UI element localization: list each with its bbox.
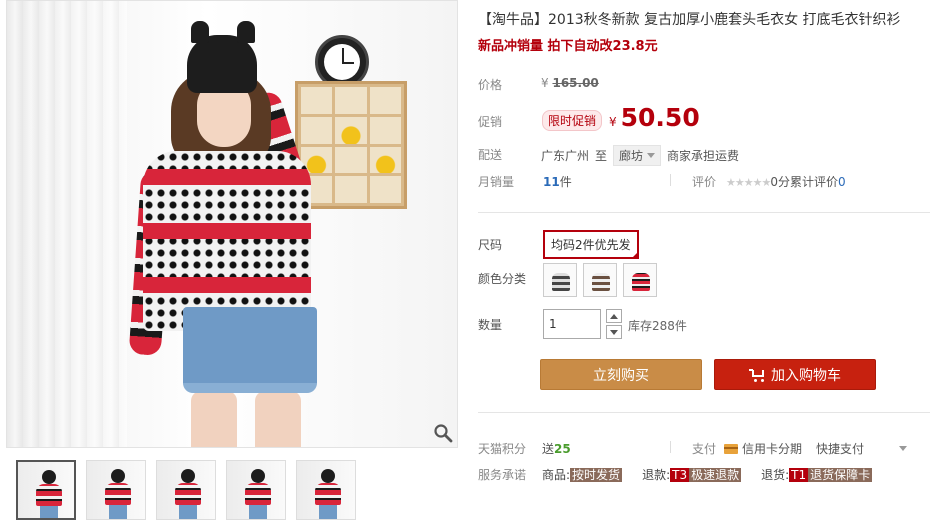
- quantity-label: 数量: [478, 318, 503, 332]
- pay-label: 支付: [692, 442, 717, 456]
- color-swatch-1[interactable]: [543, 263, 577, 297]
- size-label: 尺码: [478, 238, 503, 252]
- credit-installment[interactable]: 信用卡分期: [724, 440, 802, 457]
- ship-to-word: 至: [595, 149, 608, 163]
- quick-pay[interactable]: 快捷支付: [816, 440, 864, 457]
- promo-price: ¥50.50: [609, 103, 700, 132]
- promise-prefix: 退货:: [761, 468, 790, 482]
- points-prefix: 送: [542, 442, 555, 456]
- quantity-decrease-button[interactable]: [606, 325, 622, 339]
- monthly-sales-label: 月销量: [478, 175, 515, 189]
- thumbnail-strip: [16, 460, 356, 520]
- thumbnail-5[interactable]: [296, 460, 356, 520]
- promise-tag: 退货保障卡: [808, 468, 873, 482]
- size-option-label: 均码2件优先发: [551, 238, 631, 252]
- monthly-sales-unit: 件: [559, 175, 572, 189]
- color-label: 颜色分类: [478, 272, 527, 286]
- promise-item-refund[interactable]: 退款: T3 极速退款: [642, 466, 742, 483]
- rating-score: 0分: [770, 175, 790, 189]
- magnifier-icon[interactable]: [433, 423, 453, 443]
- points-label: 天猫积分: [478, 442, 527, 456]
- review-count: 0: [837, 175, 846, 189]
- color-options: [543, 263, 657, 297]
- shipping-info: 广东广州 至 廊坊 商家承担运费: [541, 145, 739, 166]
- price-label: 价格: [478, 78, 503, 92]
- credit-label: 信用卡分期: [742, 442, 803, 456]
- product-gallery: [6, 0, 458, 530]
- promise-item-delivery[interactable]: 商品: 按时发货: [542, 466, 623, 483]
- model-leg: [255, 391, 301, 447]
- promise-code: T3: [670, 468, 690, 482]
- product-title: 【淘牛品】2013秋冬新款 复古加厚小鹿套头毛衣女 打底毛衣针织衫: [478, 12, 901, 28]
- add-to-cart-label: 加入购物车: [771, 367, 841, 384]
- buy-now-label: 立刻购买: [593, 367, 649, 384]
- points-value: 25: [554, 442, 571, 456]
- promise-prefix: 商品:: [542, 468, 571, 482]
- stock-count: 库存288件: [628, 319, 687, 333]
- model-sweater: [143, 151, 311, 331]
- credit-card-icon: [724, 443, 739, 454]
- size-option[interactable]: 均码2件优先发: [543, 230, 639, 259]
- model-leg: [191, 391, 237, 447]
- promise-tag: 极速退款: [689, 468, 742, 482]
- color-swatch-2[interactable]: [583, 263, 617, 297]
- caret-up-icon: [610, 313, 618, 319]
- promise-item-return[interactable]: 退货: T1 退货保障卡: [761, 466, 873, 483]
- currency-symbol: ¥: [609, 115, 617, 129]
- color-swatch-3[interactable]: [623, 263, 657, 297]
- model-hat: [187, 21, 257, 93]
- currency-symbol: ¥: [541, 76, 549, 90]
- thumbnail-2[interactable]: [86, 460, 146, 520]
- thumbnail-3[interactable]: [156, 460, 216, 520]
- thumbnail-4[interactable]: [226, 460, 286, 520]
- chevron-down-icon: [647, 153, 656, 158]
- wooden-shelf: [295, 81, 407, 209]
- shipping-label: 配送: [478, 148, 503, 162]
- selected-check-icon: [630, 251, 639, 259]
- main-product-image[interactable]: [6, 0, 458, 448]
- original-price: ¥ 165.00: [541, 76, 599, 90]
- divider: [670, 174, 671, 186]
- service-promise-label: 服务承诺: [478, 468, 527, 482]
- divider: [670, 441, 671, 453]
- shipping-fee: 商家承担运费: [667, 149, 740, 163]
- buy-now-button[interactable]: 立刻购买: [540, 359, 702, 390]
- original-price-value: 165.00: [552, 76, 599, 90]
- quantity-increase-button[interactable]: [606, 309, 622, 323]
- monthly-sales: 11件: [543, 173, 572, 190]
- promise-prefix: 退款:: [642, 468, 671, 482]
- caret-down-icon: [610, 329, 618, 335]
- promise-tag: 按时发货: [570, 468, 623, 482]
- thumbnail-1[interactable]: [16, 460, 76, 520]
- divider: [478, 212, 930, 213]
- add-to-cart-button[interactable]: 加入购物车: [714, 359, 876, 390]
- review-text: 累计评价: [789, 175, 838, 189]
- rating[interactable]: ★★★★★0分累计评价0: [726, 173, 846, 190]
- city-value: 廊坊: [619, 149, 644, 163]
- city-select[interactable]: 廊坊: [613, 145, 662, 166]
- chevron-down-icon[interactable]: [899, 446, 907, 451]
- monthly-sales-count: 11: [543, 175, 560, 189]
- product-subtitle: 新品冲销量 拍下自动改23.8元: [478, 39, 658, 54]
- ship-from: 广东广州: [541, 149, 590, 163]
- model-shorts: [183, 307, 317, 393]
- promo-tag: 限时促销: [542, 110, 603, 131]
- product-info: 【淘牛品】2013秋冬新款 复古加厚小鹿套头毛衣女 打底毛衣针织衫 新品冲销量 …: [478, 0, 930, 530]
- points-info: 送25: [542, 440, 571, 457]
- curtain-backdrop: [7, 1, 127, 447]
- payment-options: 支付 信用卡分期 快捷支付: [692, 440, 864, 457]
- review-label: 评价: [692, 175, 717, 189]
- cart-icon: [749, 368, 765, 382]
- promo-price-value: 50.50: [620, 103, 700, 132]
- service-promises: 商品: 按时发货 退款: T3 极速退款 退货: T1 退货保障卡: [542, 466, 873, 483]
- review-summary: 评价 ★★★★★0分累计评价0: [692, 173, 846, 190]
- quantity-input[interactable]: 1: [543, 309, 601, 339]
- star-rating-icon: ★★★★★: [726, 176, 771, 189]
- promise-code: T1: [789, 468, 809, 482]
- divider: [478, 412, 930, 413]
- promo-label: 促销: [478, 115, 503, 129]
